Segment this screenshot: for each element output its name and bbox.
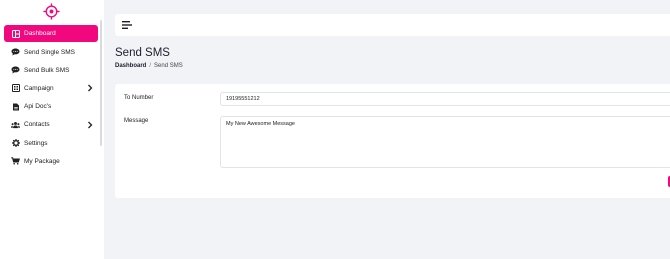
dashboard-icon bbox=[11, 29, 20, 38]
hamburger-icon[interactable] bbox=[122, 20, 132, 30]
to-number-input[interactable]: 19195551212 bbox=[220, 92, 670, 106]
sidebar-item-send-single-sms[interactable]: Send Single SMS bbox=[0, 43, 104, 61]
sidebar-item-my-package[interactable]: My Package bbox=[0, 152, 104, 170]
message-textarea[interactable]: My New Awesome Message bbox=[220, 116, 670, 168]
sidebar-item-campaign[interactable]: Campaign bbox=[0, 79, 104, 97]
gear-icon bbox=[11, 139, 20, 148]
sidebar-item-label: Send Bulk SMS bbox=[24, 66, 70, 74]
cart-icon bbox=[11, 157, 20, 166]
sidebar-scrollbar[interactable] bbox=[100, 20, 102, 146]
breadcrumb: Dashboard / Send SMS bbox=[115, 63, 183, 69]
chat-icon bbox=[11, 48, 20, 57]
sidebar-item-label: Campaign bbox=[24, 84, 54, 92]
chevron-right-icon[interactable] bbox=[87, 121, 93, 129]
sidebar-item-label: Dashboard bbox=[24, 30, 56, 37]
breadcrumb-current: Send SMS bbox=[154, 63, 183, 69]
contacts-icon bbox=[11, 120, 20, 129]
breadcrumb-separator: / bbox=[149, 63, 152, 69]
to-number-label: To Number bbox=[124, 95, 154, 101]
top-header bbox=[115, 14, 670, 36]
page-title: Send SMS bbox=[115, 47, 170, 59]
sidebar-item-send-bulk-sms[interactable]: Send Bulk SMS bbox=[0, 61, 104, 79]
sidebar-item-label: My Package bbox=[24, 157, 60, 165]
sidebar-item-label: Api Doc's bbox=[24, 103, 52, 111]
sidebar-item-dashboard[interactable]: Dashboard bbox=[4, 25, 98, 42]
sidebar: Dashboard Send Single SMS Send Bulk SMS … bbox=[0, 0, 104, 259]
campaign-icon bbox=[11, 84, 20, 93]
sidebar-item-contacts[interactable]: Contacts bbox=[0, 116, 104, 134]
sidebar-item-label: Send Single SMS bbox=[24, 48, 75, 56]
sidebar-item-label: Settings bbox=[24, 139, 48, 147]
send-sms-form: To Number 19195551212 Message My New Awe… bbox=[115, 84, 670, 198]
target-icon[interactable] bbox=[43, 3, 60, 20]
message-label: Message bbox=[124, 118, 149, 124]
sidebar-item-settings[interactable]: Settings bbox=[0, 134, 104, 152]
sidebar-item-api-docs[interactable]: Api Doc's bbox=[0, 98, 104, 116]
chat-icon bbox=[11, 66, 20, 75]
breadcrumb-home-link[interactable]: Dashboard bbox=[115, 63, 146, 69]
sidebar-item-label: Contacts bbox=[24, 121, 50, 129]
chevron-right-icon[interactable] bbox=[87, 84, 93, 92]
document-icon bbox=[11, 102, 20, 111]
sidebar-nav: Dashboard Send Single SMS Send Bulk SMS … bbox=[0, 25, 104, 170]
